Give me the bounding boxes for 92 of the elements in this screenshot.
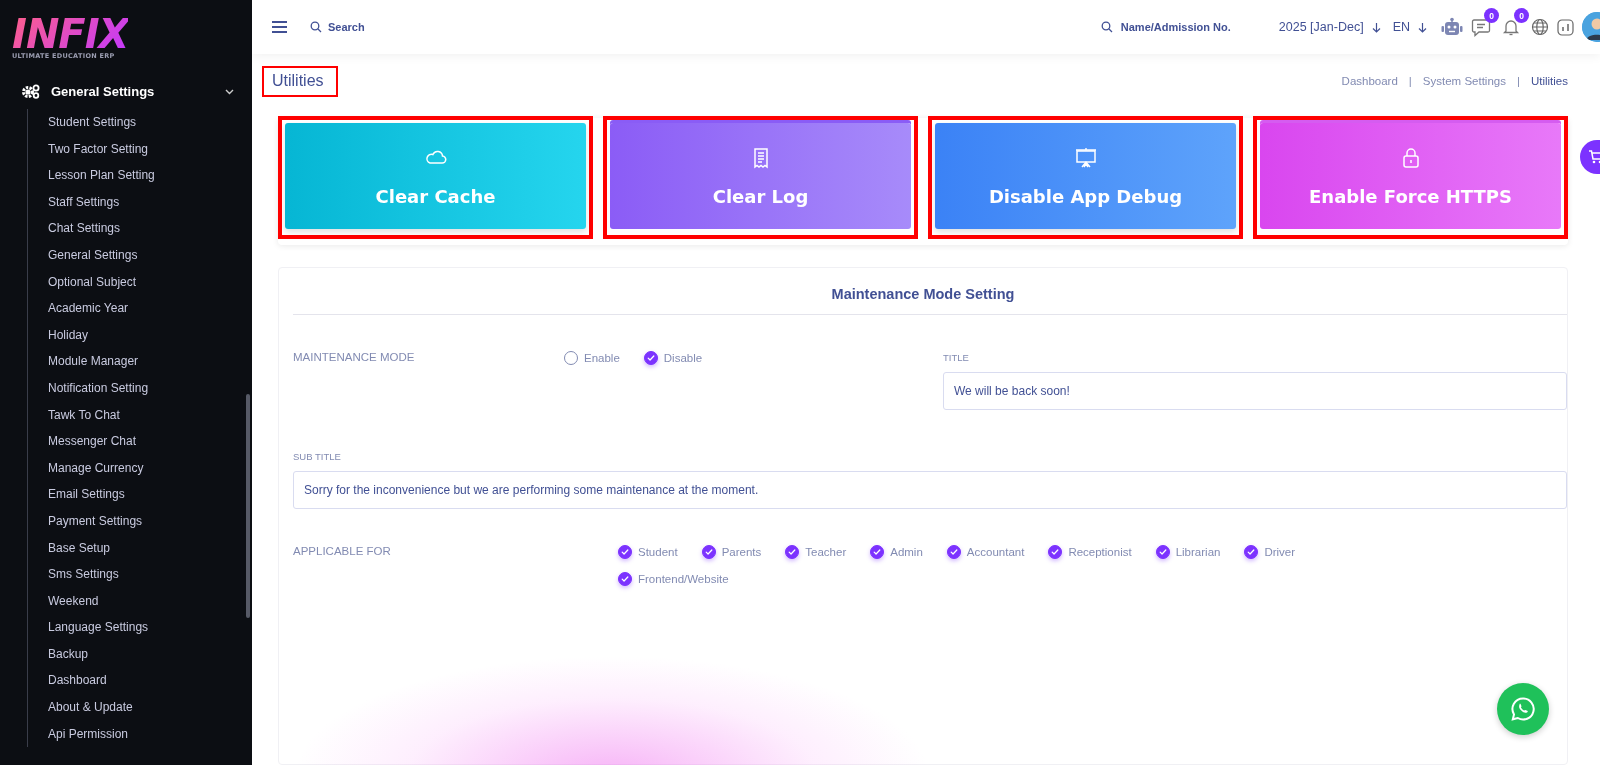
sidebar-item[interactable]: Payment Settings xyxy=(48,507,143,535)
check-icon xyxy=(872,547,883,557)
page-title: Utilities xyxy=(264,67,336,95)
sidebar-item[interactable]: Messenger Chat xyxy=(48,428,137,455)
sidebar-item[interactable]: Api Permission xyxy=(48,720,129,748)
student-search-field[interactable]: Name/Admission No. xyxy=(1120,21,1231,33)
option-label: Teacher xyxy=(805,546,847,558)
breadcrumb-link[interactable]: System Settings xyxy=(1422,75,1506,87)
breadcrumb-separator: | xyxy=(1516,75,1520,87)
sidebar-item[interactable]: Optional Subject xyxy=(48,268,137,296)
sidebar-item[interactable]: Module Manager xyxy=(48,348,139,375)
sidebar-item[interactable]: Two Factor Setting xyxy=(48,135,149,163)
checkbox[interactable] xyxy=(946,545,961,559)
option-label: Driver xyxy=(1264,546,1296,558)
sidebar-item[interactable]: Staff Settings xyxy=(48,188,120,216)
sidebar-item[interactable]: About & Update xyxy=(48,694,133,721)
option-label: Admin xyxy=(890,546,923,558)
checkbox[interactable] xyxy=(701,545,716,559)
check-icon xyxy=(948,547,959,557)
down-arrow-icon[interactable] xyxy=(1371,21,1381,33)
input-field[interactable]: Sorry for the inconvenience but we are performing some maintenance at the moment. xyxy=(293,471,1567,509)
sidebar-item[interactable]: Language Settings xyxy=(48,614,149,641)
option-label: Frontend/Website xyxy=(638,573,729,585)
option-label: Receptionist xyxy=(1068,546,1132,558)
option-label: Librarian xyxy=(1175,546,1221,558)
checkbox[interactable] xyxy=(618,572,632,586)
checkbox[interactable] xyxy=(1155,545,1170,559)
field-label: TITLE xyxy=(943,352,969,363)
sidebar-item[interactable]: Notification Setting xyxy=(48,374,149,402)
sidebar-item[interactable]: Dashboard xyxy=(48,667,107,695)
checkbox[interactable] xyxy=(618,545,632,559)
check-icon xyxy=(703,547,714,557)
chat-count-badge: 0 xyxy=(1484,8,1499,23)
radio-button[interactable] xyxy=(643,351,658,365)
sidebar-item[interactable]: Holiday xyxy=(48,321,89,349)
robot-icon[interactable] xyxy=(1441,17,1463,37)
checkbox[interactable] xyxy=(785,545,800,559)
search-icon xyxy=(310,21,322,33)
language-selector[interactable]: EN xyxy=(1392,20,1410,34)
sidebar-item[interactable]: Base Setup xyxy=(48,534,111,562)
option-label: Disable xyxy=(663,352,703,364)
bell-icon[interactable] xyxy=(1501,17,1521,37)
checkbox[interactable] xyxy=(870,545,885,559)
chat-bubble-phone-icon xyxy=(1510,696,1536,722)
sidebar-item[interactable]: Chat Settings xyxy=(48,215,121,242)
sidebar-section-title[interactable]: General Settings xyxy=(51,84,214,99)
sidebar-item[interactable]: Email Settings xyxy=(48,481,125,508)
option-label: Parents xyxy=(721,546,762,558)
checkbox[interactable] xyxy=(1048,545,1063,559)
option-label: Accountant xyxy=(966,546,1025,558)
field-label: MAINTENANCE MODE xyxy=(293,351,415,365)
utility-action-button[interactable]: Clear Log xyxy=(610,123,911,229)
sidebar-item[interactable]: Backup xyxy=(48,640,89,668)
sidebar-item[interactable]: Lesson Plan Setting xyxy=(48,162,155,189)
check-icon xyxy=(787,547,798,557)
option-label: Enable xyxy=(584,352,620,364)
check-icon xyxy=(620,547,630,557)
check-icon xyxy=(1157,547,1168,557)
sidebar-item[interactable]: Tawk To Chat xyxy=(48,401,120,429)
sidebar-item[interactable]: Student Settings xyxy=(48,109,137,136)
sidebar-item[interactable]: General Settings xyxy=(48,241,138,269)
breadcrumb-link[interactable]: Utilities xyxy=(1530,75,1568,87)
menu-icon[interactable] xyxy=(272,21,287,33)
gears-icon xyxy=(22,84,40,99)
chat-icon[interactable] xyxy=(1471,17,1491,37)
chevron-icon[interactable] xyxy=(225,88,234,95)
easel-icon xyxy=(1073,145,1098,170)
down-arrow-icon[interactable] xyxy=(1418,21,1427,33)
field-label: SUB TITLE xyxy=(293,451,341,462)
search-icon xyxy=(1100,21,1113,33)
notification-count-badge: 0 xyxy=(1514,8,1529,23)
check-icon xyxy=(620,574,630,584)
check-icon xyxy=(645,353,656,363)
section-heading: Maintenance Mode Setting xyxy=(830,285,1016,304)
check-icon xyxy=(1246,547,1257,557)
sidebar-item[interactable]: Academic Year xyxy=(48,295,129,322)
chart-icon[interactable] xyxy=(1557,18,1574,36)
scrollbar-thumb[interactable] xyxy=(246,394,250,618)
cart-icon xyxy=(1588,149,1600,165)
breadcrumb-separator: | xyxy=(1408,75,1412,87)
breadcrumb-link[interactable]: Dashboard xyxy=(1341,75,1398,87)
input-field[interactable]: We will be back soon! xyxy=(943,372,1567,410)
globe-icon[interactable] xyxy=(1531,18,1549,36)
check-icon xyxy=(1050,547,1061,557)
sidebar-item[interactable]: Sms Settings xyxy=(48,561,119,588)
search-field[interactable]: Search xyxy=(328,21,365,33)
session-selector[interactable]: 2025 [Jan-Dec] xyxy=(1278,20,1364,34)
sidebar-item[interactable]: Manage Currency xyxy=(48,454,144,482)
sidebar-item[interactable]: Weekend xyxy=(48,587,99,615)
field-label: APPLICABLE FOR xyxy=(293,545,391,559)
checkbox[interactable] xyxy=(1244,545,1259,559)
option-label: Student xyxy=(638,546,678,558)
